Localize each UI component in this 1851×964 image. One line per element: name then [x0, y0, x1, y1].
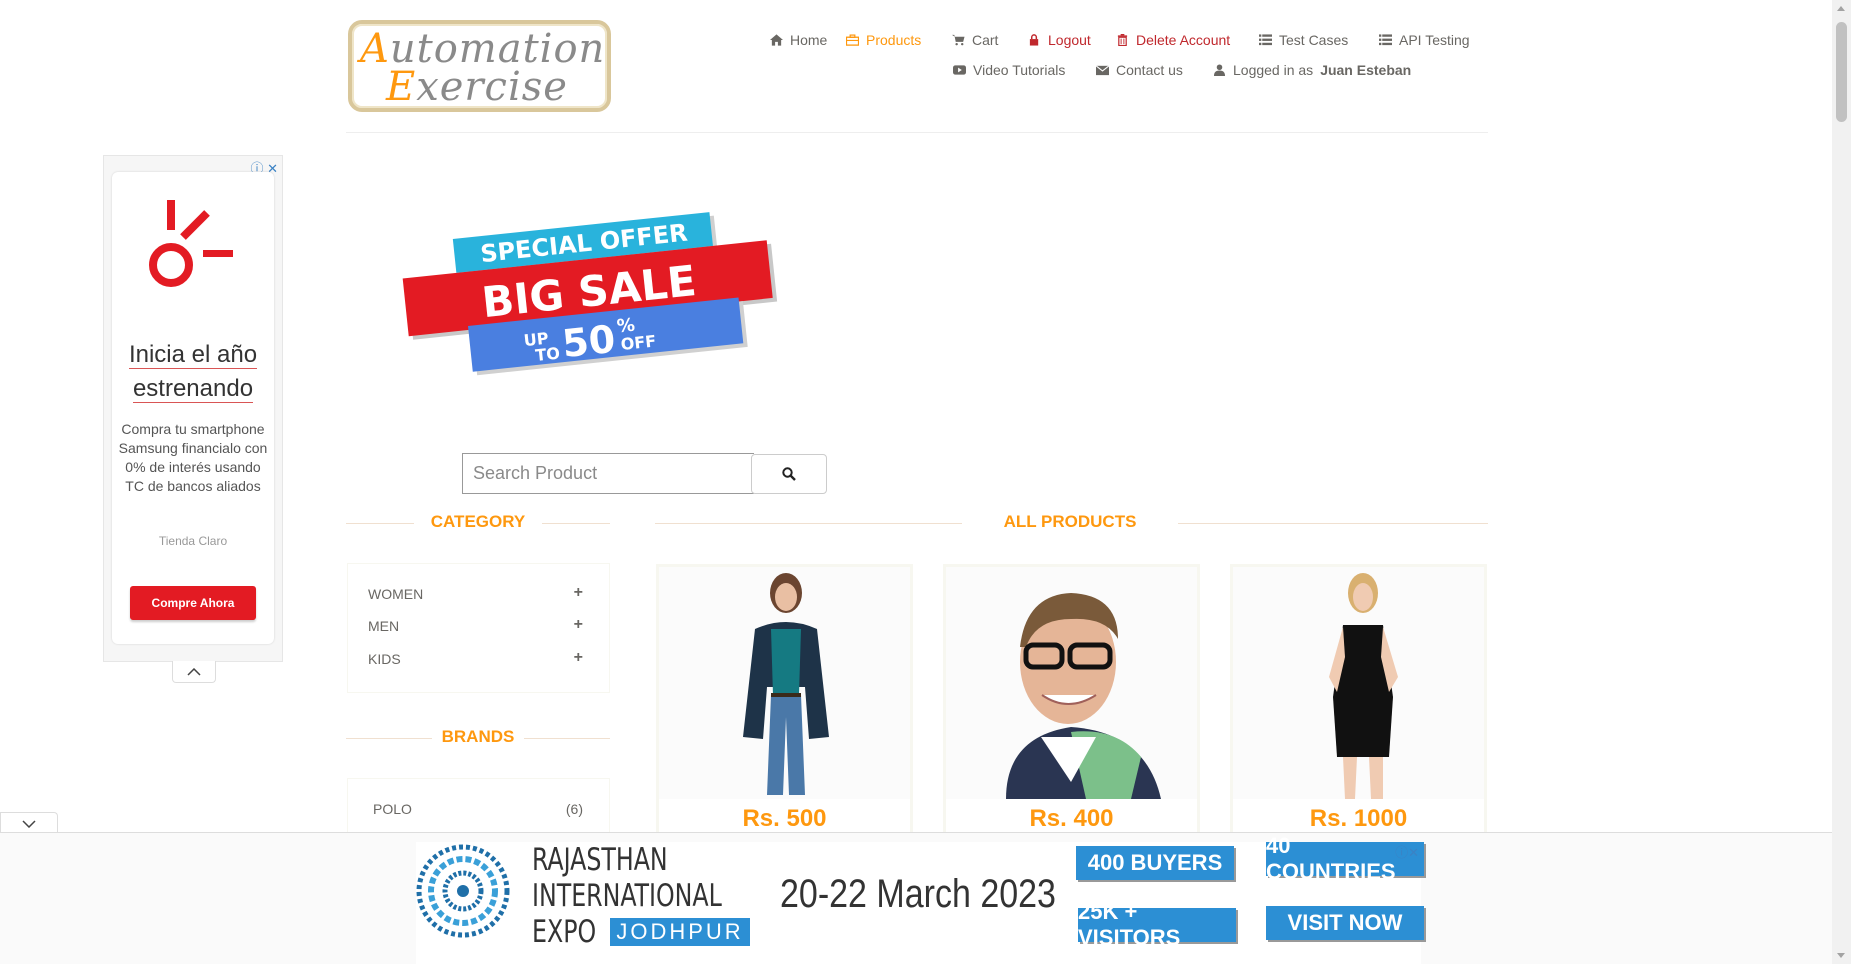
category-label: MEN — [368, 618, 400, 634]
nav-test-cases[interactable]: Test Cases — [1259, 32, 1348, 48]
ad-description: Compra tu smartphone Samsung financialo … — [118, 421, 268, 494]
expo-visitors: 25K + VISITORS — [1078, 899, 1236, 950]
ad-brand: Tienda Claro — [158, 534, 228, 548]
left-sidebar-ad[interactable]: ⓘ ✕ Inicia el año estrenando Compra tu s… — [103, 155, 283, 683]
nav-video-tutorials[interactable]: Video Tutorials — [953, 62, 1065, 78]
nav-logout-label: Logout — [1048, 32, 1091, 48]
bottom-ad-toggle[interactable] — [0, 812, 58, 834]
brand-count: (6) — [565, 801, 583, 817]
plus-icon[interactable]: + — [574, 585, 583, 602]
search-button[interactable] — [751, 454, 827, 494]
nav-logout[interactable]: Logout — [1028, 32, 1091, 48]
product-price: Rs. 400 — [1029, 805, 1114, 832]
logged-in-prefix: Logged in as — [1233, 62, 1314, 78]
category-label: WOMEN — [368, 586, 424, 602]
plus-icon[interactable]: + — [574, 617, 583, 634]
site-logo[interactable]: Automation Exercise — [348, 20, 611, 112]
product-card[interactable]: Rs. 500 — [656, 564, 913, 844]
ad-title-line1: Inicia el año — [128, 341, 258, 369]
expo-date: 20-22 March 2023 — [780, 872, 1056, 916]
sale-off: OFF — [620, 331, 657, 354]
category-heading: CATEGORY — [414, 512, 542, 532]
nav-cart[interactable]: Cart — [952, 32, 998, 48]
ad-cta-button[interactable]: Compre Ahora — [130, 586, 256, 620]
scrollbar-thumb[interactable] — [1836, 22, 1847, 122]
ad-title: Inicia el año estrenando — [112, 338, 274, 406]
nav-api-testing[interactable]: API Testing — [1379, 32, 1470, 48]
plus-icon[interactable]: + — [574, 650, 583, 667]
sale-to: TO — [534, 344, 560, 365]
chevron-up-icon — [187, 667, 201, 676]
logo-line2: Exercise — [386, 64, 568, 110]
page-scrollbar[interactable] — [1832, 0, 1851, 964]
product-image[interactable] — [1233, 567, 1484, 799]
category-item-men[interactable]: MEN + — [368, 617, 583, 635]
search-icon — [782, 467, 796, 481]
brand-item-polo[interactable]: POLO (6) — [373, 801, 583, 817]
product-image[interactable] — [659, 567, 910, 799]
nav-test-cases-label: Test Cases — [1279, 32, 1349, 48]
expo-line3: EXPO — [532, 914, 597, 950]
brand-label: POLO — [373, 801, 412, 817]
expo-buyers: 400 BUYERS — [1076, 846, 1234, 880]
claro-logo-icon — [149, 200, 233, 287]
header-divider — [346, 132, 1488, 133]
search-input[interactable] — [462, 453, 754, 494]
list-icon — [1379, 34, 1392, 46]
briefcase-icon — [846, 34, 859, 46]
category-item-women[interactable]: WOMEN + — [368, 585, 583, 603]
category-panel: WOMEN + MEN + KIDS + — [347, 563, 610, 693]
product-image[interactable] — [946, 567, 1197, 799]
all-products-heading: ALL PRODUCTS — [962, 512, 1178, 532]
user-icon — [1213, 64, 1226, 76]
expo-city: JODHPUR — [610, 918, 750, 946]
youtube-play-icon — [953, 65, 966, 75]
product-card[interactable]: Rs. 1000 — [1230, 564, 1487, 844]
nav-delete-account[interactable]: Delete Account — [1116, 32, 1230, 48]
logged-in-username: Juan Esteban — [1320, 62, 1412, 78]
nav-home[interactable]: Home — [770, 32, 827, 48]
lock-icon — [1029, 34, 1039, 46]
expo-mandala-icon — [416, 844, 510, 938]
nav-products[interactable]: Products — [846, 32, 921, 48]
product-price: Rs. 500 — [742, 805, 827, 832]
ad-close-icon[interactable]: ⓘ✕ — [1395, 842, 1419, 861]
nav-video-tutorials-label: Video Tutorials — [973, 62, 1066, 78]
nav-home-label: Home — [790, 32, 828, 48]
list-icon — [1259, 34, 1272, 46]
category-item-kids[interactable]: KIDS + — [368, 650, 583, 668]
cart-icon — [952, 34, 965, 46]
nav-contact-us[interactable]: Contact us — [1096, 62, 1183, 78]
home-icon — [770, 34, 783, 46]
expo-line2: INTERNATIONAL — [532, 878, 722, 914]
expo-line1: RAJASTHAN — [532, 842, 668, 878]
bottom-banner-ad[interactable]: RAJASTHAN INTERNATIONAL EXPO JODHPUR 20-… — [416, 833, 1424, 964]
ad-collapse-toggle[interactable] — [172, 661, 216, 683]
logged-in-status: Logged in as Juan Esteban — [1213, 62, 1411, 78]
sale-banner: SPECIAL OFFER BIG SALE UP TO 50 % OFF — [402, 212, 778, 376]
nav-cart-label: Cart — [972, 32, 999, 48]
product-card[interactable]: Rs. 400 — [943, 564, 1200, 844]
ad-card[interactable]: Inicia el año estrenando Compra tu smart… — [112, 172, 274, 644]
scroll-down-arrow-icon[interactable] — [1837, 953, 1845, 958]
trash-icon — [1117, 34, 1128, 46]
nav-products-label: Products — [866, 32, 922, 48]
scroll-up-arrow-icon[interactable] — [1837, 6, 1845, 11]
nav-contact-us-label: Contact us — [1116, 62, 1183, 78]
chevron-down-icon — [22, 819, 36, 828]
category-label: KIDS — [368, 651, 401, 667]
nav-delete-account-label: Delete Account — [1136, 32, 1231, 48]
brands-heading: BRANDS — [432, 727, 524, 747]
ad-title-line2: estrenando — [132, 375, 254, 403]
envelope-icon — [1096, 65, 1109, 76]
product-price: Rs. 1000 — [1309, 805, 1408, 832]
brands-panel: POLO (6) — [347, 778, 610, 838]
nav-api-testing-label: API Testing — [1399, 32, 1470, 48]
expo-visit-now-button[interactable]: VISIT NOW — [1266, 906, 1424, 940]
sale-percent: 50 — [560, 317, 617, 366]
